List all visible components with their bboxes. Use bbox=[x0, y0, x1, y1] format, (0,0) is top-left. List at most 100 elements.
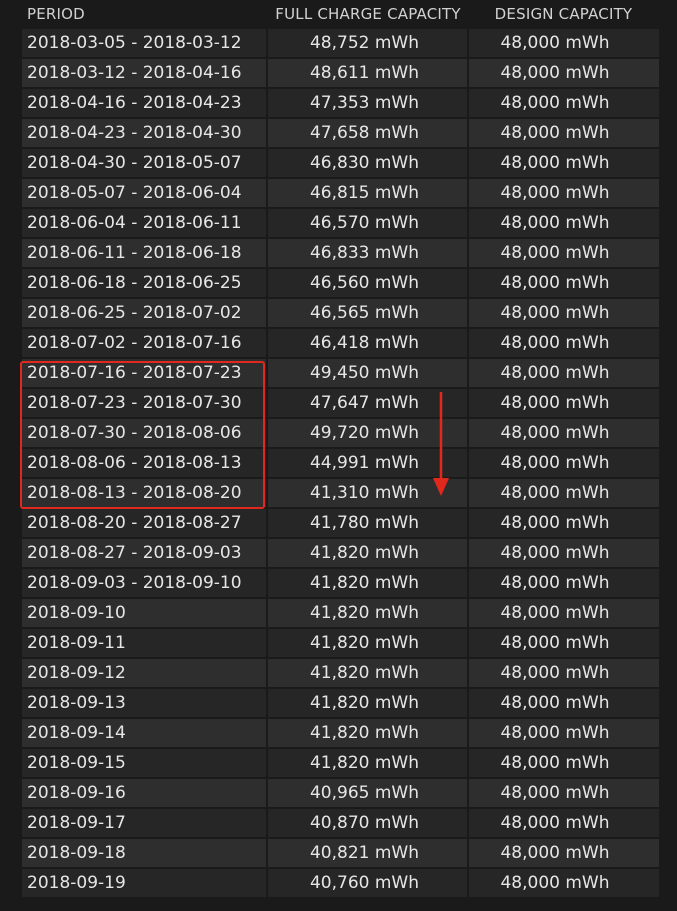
design-capacity-cell: 48,000 mWh bbox=[469, 479, 659, 507]
design-capacity-cell: 48,000 mWh bbox=[469, 119, 659, 147]
full-charge-capacity-cell: 41,820 mWh bbox=[268, 689, 467, 717]
design-capacity-cell: 48,000 mWh bbox=[469, 239, 659, 267]
table-row: 2018-08-20 - 2018-08-27 41,780 mWh 48,000 … bbox=[22, 508, 659, 538]
table-row: 2018-04-30 - 2018-05-07 46,830 mWh 48,000 … bbox=[22, 148, 659, 178]
full-charge-capacity-cell: 48,752 mWh bbox=[268, 29, 467, 57]
design-capacity-cell: 48,000 mWh bbox=[469, 389, 659, 417]
design-capacity-cell: 48,000 mWh bbox=[469, 509, 659, 537]
table-row: 2018-05-07 - 2018-06-04 46,815 mWh 48,000 … bbox=[22, 178, 659, 208]
full-charge-capacity-cell: 41,820 mWh bbox=[268, 539, 467, 567]
table-row: 2018-09-16 40,965 mWh 48,000 mWh bbox=[22, 778, 659, 808]
full-charge-capacity-cell: 41,820 mWh bbox=[268, 569, 467, 597]
period-cell: 2018-09-13 bbox=[22, 689, 266, 717]
period-cell: 2018-09-18 bbox=[22, 839, 266, 867]
design-capacity-cell: 48,000 mWh bbox=[469, 149, 659, 177]
design-capacity-cell: 48,000 mWh bbox=[469, 869, 659, 897]
design-capacity-cell: 48,000 mWh bbox=[469, 599, 659, 627]
period-cell: 2018-08-20 - 2018-08-27 bbox=[22, 509, 266, 537]
full-charge-capacity-cell: 47,658 mWh bbox=[268, 119, 467, 147]
full-charge-capacity-cell: 40,760 mWh bbox=[268, 869, 467, 897]
design-capacity-cell: 48,000 mWh bbox=[469, 539, 659, 567]
table-row: 2018-09-12 41,820 mWh 48,000 mWh bbox=[22, 658, 659, 688]
table-row: 2018-06-04 - 2018-06-11 46,570 mWh 48,000 … bbox=[22, 208, 659, 238]
table-row: 2018-09-15 41,820 mWh 48,000 mWh bbox=[22, 748, 659, 778]
period-cell: 2018-04-23 - 2018-04-30 bbox=[22, 119, 266, 147]
design-capacity-cell: 48,000 mWh bbox=[469, 809, 659, 837]
period-cell: 2018-04-16 - 2018-04-23 bbox=[22, 89, 266, 117]
period-cell: 2018-07-23 - 2018-07-30 bbox=[22, 389, 266, 417]
period-cell: 2018-07-16 - 2018-07-23 bbox=[22, 359, 266, 387]
design-capacity-cell: 48,000 mWh bbox=[469, 449, 659, 477]
full-charge-capacity-cell: 41,820 mWh bbox=[268, 629, 467, 657]
column-header-full-charge-capacity: FULL CHARGE CAPACITY bbox=[275, 5, 461, 23]
table-row: 2018-06-18 - 2018-06-25 46,560 mWh 48,000 … bbox=[22, 268, 659, 298]
design-capacity-cell: 48,000 mWh bbox=[469, 269, 659, 297]
full-charge-capacity-cell: 41,820 mWh bbox=[268, 659, 467, 687]
table-row: 2018-09-10 41,820 mWh 48,000 mWh bbox=[22, 598, 659, 628]
table-row: 2018-09-11 41,820 mWh 48,000 mWh bbox=[22, 628, 659, 658]
design-capacity-cell: 48,000 mWh bbox=[469, 779, 659, 807]
column-header-design-capacity: DESIGN CAPACITY bbox=[494, 5, 633, 23]
design-capacity-cell: 48,000 mWh bbox=[469, 569, 659, 597]
design-capacity-cell: 48,000 mWh bbox=[469, 839, 659, 867]
design-capacity-cell: 48,000 mWh bbox=[469, 299, 659, 327]
period-cell: 2018-09-14 bbox=[22, 719, 266, 747]
table-row: 2018-04-23 - 2018-04-30 47,658 mWh 48,000 … bbox=[22, 118, 659, 148]
period-cell: 2018-05-07 - 2018-06-04 bbox=[22, 179, 266, 207]
period-cell: 2018-07-02 - 2018-07-16 bbox=[22, 329, 266, 357]
table-row: 2018-03-12 - 2018-04-16 48,611 mWh 48,000 … bbox=[22, 58, 659, 88]
full-charge-capacity-cell: 47,353 mWh bbox=[268, 89, 467, 117]
design-capacity-cell: 48,000 mWh bbox=[469, 719, 659, 747]
design-capacity-cell: 48,000 mWh bbox=[469, 659, 659, 687]
full-charge-capacity-cell: 46,830 mWh bbox=[268, 149, 467, 177]
full-charge-capacity-cell: 41,820 mWh bbox=[268, 599, 467, 627]
design-capacity-cell: 48,000 mWh bbox=[469, 329, 659, 357]
period-cell: 2018-06-18 - 2018-06-25 bbox=[22, 269, 266, 297]
table-body: 2018-03-05 - 2018-03-12 48,752 mWh 48,000 … bbox=[22, 28, 659, 898]
design-capacity-cell: 48,000 mWh bbox=[469, 689, 659, 717]
full-charge-capacity-cell: 46,418 mWh bbox=[268, 329, 467, 357]
table-row: 2018-09-03 - 2018-09-10 41,820 mWh 48,000 … bbox=[22, 568, 659, 598]
column-header-period: PERIOD bbox=[27, 5, 85, 23]
table-row: 2018-09-17 40,870 mWh 48,000 mWh bbox=[22, 808, 659, 838]
table-row: 2018-06-11 - 2018-06-18 46,833 mWh 48,000 … bbox=[22, 238, 659, 268]
table-row: 2018-03-05 - 2018-03-12 48,752 mWh 48,000 … bbox=[22, 28, 659, 58]
design-capacity-cell: 48,000 mWh bbox=[469, 749, 659, 777]
full-charge-capacity-cell: 49,450 mWh bbox=[268, 359, 467, 387]
full-charge-capacity-cell: 46,565 mWh bbox=[268, 299, 467, 327]
full-charge-capacity-cell: 46,560 mWh bbox=[268, 269, 467, 297]
design-capacity-cell: 48,000 mWh bbox=[469, 419, 659, 447]
table-row: 2018-07-16 - 2018-07-23 49,450 mWh 48,000 … bbox=[22, 358, 659, 388]
design-capacity-cell: 48,000 mWh bbox=[469, 179, 659, 207]
period-cell: 2018-06-25 - 2018-07-02 bbox=[22, 299, 266, 327]
period-cell: 2018-09-16 bbox=[22, 779, 266, 807]
period-cell: 2018-06-11 - 2018-06-18 bbox=[22, 239, 266, 267]
period-cell: 2018-09-17 bbox=[22, 809, 266, 837]
period-cell: 2018-06-04 - 2018-06-11 bbox=[22, 209, 266, 237]
period-cell: 2018-09-11 bbox=[22, 629, 266, 657]
full-charge-capacity-cell: 40,965 mWh bbox=[268, 779, 467, 807]
design-capacity-cell: 48,000 mWh bbox=[469, 209, 659, 237]
full-charge-capacity-cell: 40,870 mWh bbox=[268, 809, 467, 837]
table-row: 2018-08-06 - 2018-08-13 44,991 mWh 48,000 … bbox=[22, 448, 659, 478]
table-row: 2018-06-25 - 2018-07-02 46,565 mWh 48,000 … bbox=[22, 298, 659, 328]
full-charge-capacity-cell: 41,820 mWh bbox=[268, 719, 467, 747]
table-row: 2018-07-30 - 2018-08-06 49,720 mWh 48,000 … bbox=[22, 418, 659, 448]
period-cell: 2018-09-15 bbox=[22, 749, 266, 777]
design-capacity-cell: 48,000 mWh bbox=[469, 29, 659, 57]
period-cell: 2018-08-27 - 2018-09-03 bbox=[22, 539, 266, 567]
period-cell: 2018-04-30 - 2018-05-07 bbox=[22, 149, 266, 177]
table-row: 2018-09-14 41,820 mWh 48,000 mWh bbox=[22, 718, 659, 748]
design-capacity-cell: 48,000 mWh bbox=[469, 59, 659, 87]
full-charge-capacity-cell: 41,780 mWh bbox=[268, 509, 467, 537]
period-cell: 2018-08-06 - 2018-08-13 bbox=[22, 449, 266, 477]
full-charge-capacity-cell: 40,821 mWh bbox=[268, 839, 467, 867]
full-charge-capacity-cell: 46,815 mWh bbox=[268, 179, 467, 207]
period-cell: 2018-09-19 bbox=[22, 869, 266, 897]
period-cell: 2018-09-12 bbox=[22, 659, 266, 687]
table-row: 2018-09-13 41,820 mWh 48,000 mWh bbox=[22, 688, 659, 718]
table-row: 2018-08-13 - 2018-08-20 41,310 mWh 48,000 … bbox=[22, 478, 659, 508]
period-cell: 2018-03-05 - 2018-03-12 bbox=[22, 29, 266, 57]
table-row: 2018-07-23 - 2018-07-30 47,647 mWh 48,000 … bbox=[22, 388, 659, 418]
design-capacity-cell: 48,000 mWh bbox=[469, 89, 659, 117]
